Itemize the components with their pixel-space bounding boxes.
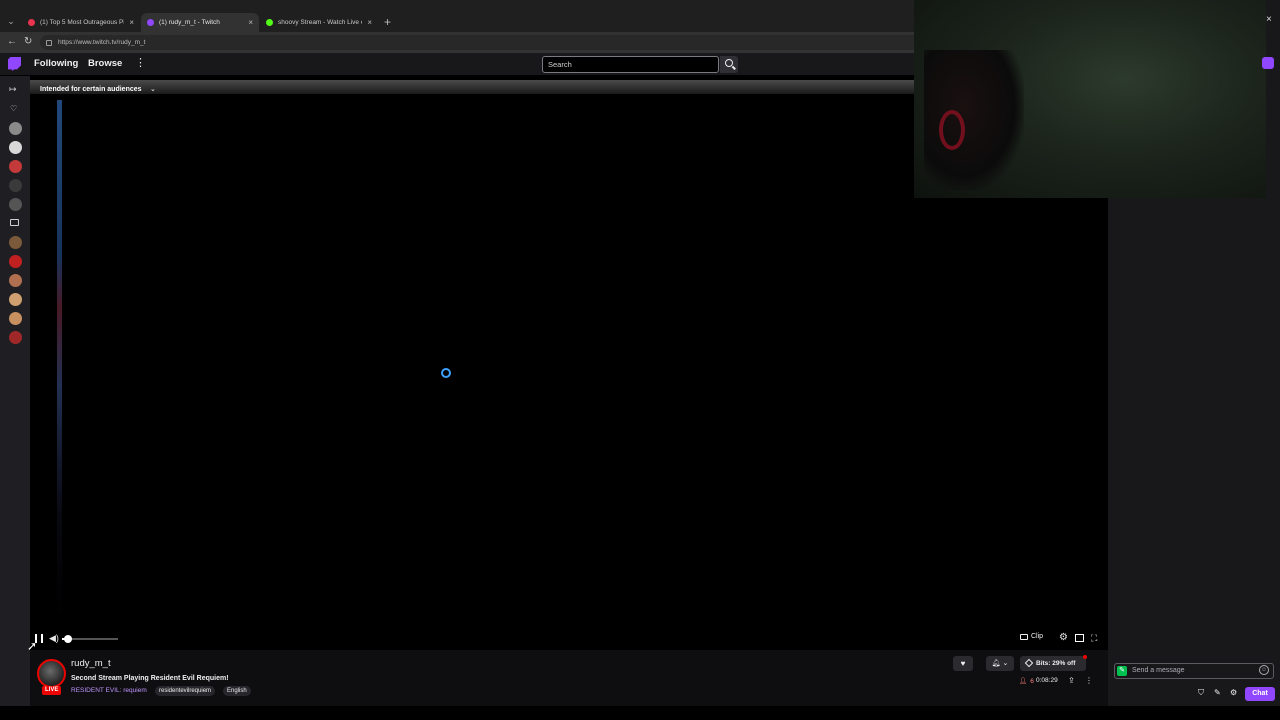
- twitch-logo-icon[interactable]: [8, 57, 21, 71]
- viewer-count: 👤︎ 6: [1019, 677, 1034, 686]
- video-frame-edge: [57, 100, 62, 620]
- sidebar-channel-avatar[interactable]: [9, 293, 22, 306]
- bits-button[interactable]: Bits: 29% off: [1020, 656, 1086, 671]
- expand-sidebar-icon[interactable]: ↦: [9, 84, 17, 95]
- url-text: https://www.twitch.tv/rudy_m_t: [58, 39, 146, 46]
- bits-diamond-icon: [1024, 658, 1034, 668]
- tab-search-chevron-icon[interactable]: ⌄: [4, 14, 18, 28]
- browser-tab-2[interactable]: (1) rudy_m_t - Twitch ×: [141, 13, 259, 32]
- tab-title: shoovy Stream - Watch Live on Ki: [278, 19, 362, 26]
- chat-settings-gear-icon[interactable]: ⚙: [1230, 688, 1237, 697]
- chat-badge-icon[interactable]: ✎: [1117, 666, 1127, 676]
- clip-label: Clip: [1031, 633, 1044, 640]
- search-button[interactable]: [720, 56, 738, 73]
- more-options-icon[interactable]: ⋮: [1085, 676, 1093, 685]
- twitch-favicon-icon: [147, 19, 154, 26]
- notifications-button[interactable]: 🔔︎ ⌄: [986, 656, 1014, 671]
- audience-warning-label[interactable]: Intended for certain audiences: [40, 86, 142, 93]
- webcam-red-object: [939, 110, 965, 150]
- browser-tab-3[interactable]: shoovy Stream - Watch Live on Ki ×: [260, 13, 378, 32]
- shield-icon[interactable]: ⛉: [1198, 688, 1204, 698]
- emote-picker-icon[interactable]: ☺: [1259, 665, 1269, 675]
- chat-input-placeholder: Send a message: [1132, 667, 1185, 674]
- kick-favicon-icon: [266, 19, 273, 26]
- channel-name[interactable]: rudy_m_t: [71, 658, 111, 669]
- followed-channels-sidebar: ↦ ♡: [0, 76, 30, 706]
- viewer-count-value: 6: [1030, 677, 1034, 685]
- bell-icon: 🔔︎ ⌄: [991, 660, 1009, 667]
- twitch-extension-icon[interactable]: [1262, 57, 1274, 69]
- nav-following-link[interactable]: Following: [34, 58, 78, 69]
- search-icon: [725, 59, 733, 67]
- sidebar-channel-avatar[interactable]: [9, 312, 22, 325]
- sidebar-channel-avatar[interactable]: [9, 198, 22, 211]
- sidebar-channel-avatar[interactable]: [9, 160, 22, 173]
- back-arrow-icon[interactable]: ←: [7, 36, 17, 47]
- tag-pill[interactable]: English: [223, 686, 251, 696]
- chat-send-button[interactable]: Chat: [1245, 687, 1275, 701]
- search-input[interactable]: [542, 56, 719, 73]
- loading-spinner-icon: [441, 368, 451, 378]
- recommended-camera-icon: [10, 219, 19, 226]
- volume-icon[interactable]: ◀): [49, 633, 59, 644]
- chevron-down-icon[interactable]: ⌄: [150, 85, 156, 93]
- volume-slider-knob[interactable]: [63, 635, 72, 643]
- clip-icon: [1020, 633, 1028, 640]
- webcam-overlay: [914, 0, 1266, 198]
- tab-close-icon[interactable]: ×: [248, 18, 253, 27]
- sidebar-channel-avatar[interactable]: [9, 141, 22, 154]
- sidebar-channel-avatar[interactable]: [9, 122, 22, 135]
- audience-warning-bar: [30, 80, 914, 94]
- pencil-icon[interactable]: ✎: [1214, 688, 1221, 697]
- tab-title: (1) rudy_m_t - Twitch: [159, 19, 220, 26]
- stream-uptime: 0:08:29: [1036, 677, 1058, 684]
- site-info-icon[interactable]: [46, 39, 52, 46]
- fullscreen-icon[interactable]: ⛶: [1091, 633, 1097, 644]
- chat-column: [1108, 198, 1280, 706]
- share-icon[interactable]: ⇪: [1068, 676, 1075, 685]
- browser-tab-1[interactable]: (1) Top 5 Most Outrageous Pitche ×: [22, 13, 140, 32]
- window-close-icon[interactable]: ×: [1266, 14, 1272, 25]
- bits-label: Bits: 29% off: [1036, 660, 1076, 667]
- sidebar-channel-avatar[interactable]: [9, 236, 22, 249]
- live-badge: LIVE: [42, 686, 62, 695]
- channel-avatar[interactable]: [37, 659, 66, 688]
- viewers-person-icon: 👤︎: [1019, 678, 1028, 685]
- sidebar-channel-avatar[interactable]: [9, 255, 22, 268]
- clip-button[interactable]: Clip: [1020, 633, 1043, 640]
- game-category-link[interactable]: RESIDENT EVIL: requiem: [71, 687, 147, 694]
- sidebar-channel-avatar[interactable]: [9, 274, 22, 287]
- bottom-bar: [0, 706, 1280, 720]
- notification-dot: [1083, 655, 1087, 659]
- tab-close-icon[interactable]: ×: [129, 18, 134, 27]
- reload-icon[interactable]: ↻: [24, 36, 32, 47]
- youtube-favicon-icon: [28, 19, 35, 26]
- theatre-mode-icon[interactable]: [1075, 634, 1084, 642]
- follow-button[interactable]: ♥: [953, 656, 973, 671]
- browser-edge-strip: [1266, 0, 1280, 198]
- followed-heart-icon: ♡: [10, 104, 18, 113]
- tab-close-icon[interactable]: ×: [367, 18, 372, 27]
- tag-pill[interactable]: residentevilrequiem: [155, 686, 216, 696]
- sidebar-channel-avatar[interactable]: [9, 331, 22, 344]
- heart-icon: ♥: [960, 659, 966, 668]
- nav-browse-link[interactable]: Browse: [88, 58, 122, 69]
- new-tab-button[interactable]: +: [384, 15, 391, 29]
- webcam-figure: [924, 50, 1024, 190]
- settings-gear-icon[interactable]: ⚙: [1059, 632, 1068, 643]
- more-vertical-icon[interactable]: ⋮: [135, 56, 146, 69]
- sidebar-channel-avatar[interactable]: [9, 179, 22, 192]
- tab-title: (1) Top 5 Most Outrageous Pitche: [40, 19, 124, 26]
- stream-title: Second Stream Playing Resident Evil Requ…: [71, 675, 229, 682]
